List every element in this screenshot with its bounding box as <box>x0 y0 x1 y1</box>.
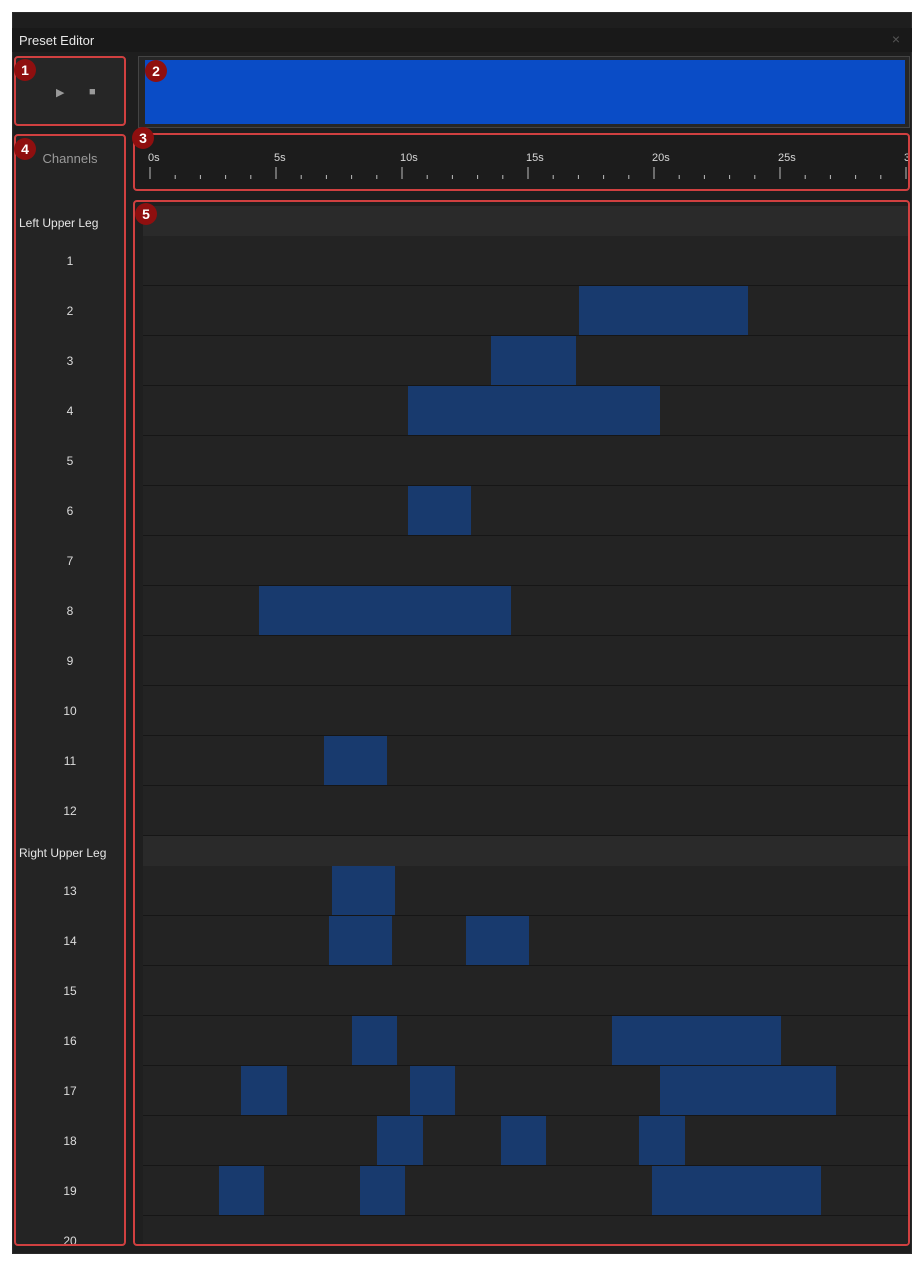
ruler-tick-label: 20s <box>652 152 670 164</box>
clip-block[interactable] <box>359 1166 406 1215</box>
stop-icon[interactable]: ■ <box>89 86 96 98</box>
clip-block[interactable] <box>410 1066 456 1115</box>
preview-bar[interactable] <box>145 60 905 124</box>
group-label: Right Upper Leg <box>19 846 107 860</box>
channel-label[interactable]: 5 <box>16 454 124 468</box>
play-icon[interactable]: ▶ <box>56 86 64 99</box>
annotation-badge-3: 3 <box>132 127 154 149</box>
track-row[interactable] <box>143 866 908 916</box>
clip-block[interactable] <box>465 916 529 965</box>
track-row[interactable] <box>143 286 908 336</box>
ruler-tick-label: 10s <box>400 152 418 164</box>
track-row[interactable] <box>143 486 908 536</box>
clip-block[interactable] <box>329 916 393 965</box>
channel-label[interactable]: 12 <box>16 804 124 818</box>
track-row[interactable] <box>143 336 908 386</box>
track-row[interactable] <box>143 1066 908 1116</box>
time-ruler[interactable]: 0s 5s 10s 15s 20s 25s 30s <box>133 133 910 191</box>
channel-label[interactable]: 11 <box>16 754 124 768</box>
clip-block[interactable] <box>659 1066 836 1115</box>
track-row[interactable] <box>143 436 908 486</box>
ruler-tick-label: 30s <box>904 152 908 164</box>
group-header-row <box>143 836 908 866</box>
clip-block[interactable] <box>324 736 388 785</box>
track-row[interactable] <box>143 386 908 436</box>
channel-label[interactable]: 10 <box>16 704 124 718</box>
track-area <box>143 202 908 1244</box>
track-row[interactable] <box>143 236 908 286</box>
track-row[interactable] <box>143 786 908 836</box>
track-row[interactable] <box>143 586 908 636</box>
track-row[interactable] <box>143 916 908 966</box>
channel-label[interactable]: 17 <box>16 1084 124 1098</box>
clip-block[interactable] <box>377 1116 423 1165</box>
annotation-badge-1: 1 <box>14 59 36 81</box>
clip-block[interactable] <box>331 866 395 915</box>
channel-label[interactable]: 3 <box>16 354 124 368</box>
track-row[interactable] <box>143 686 908 736</box>
clip-block[interactable] <box>652 1166 821 1215</box>
channel-label[interactable]: 16 <box>16 1034 124 1048</box>
channel-label[interactable]: 2 <box>16 304 124 318</box>
channel-label[interactable]: 7 <box>16 554 124 568</box>
channel-label[interactable]: 14 <box>16 934 124 948</box>
channel-label[interactable]: 1 <box>16 254 124 268</box>
group-header-row <box>143 206 908 236</box>
clip-block[interactable] <box>407 486 471 535</box>
channel-label[interactable]: 19 <box>16 1184 124 1198</box>
clip-block[interactable] <box>639 1116 685 1165</box>
preview-panel <box>138 56 910 128</box>
track-row[interactable] <box>143 1116 908 1166</box>
clip-block[interactable] <box>611 1016 781 1065</box>
channel-label[interactable]: 4 <box>16 404 124 418</box>
track-row[interactable] <box>143 966 908 1016</box>
clip-block[interactable] <box>578 286 748 335</box>
channel-label[interactable]: 20 <box>16 1234 124 1244</box>
channel-label[interactable]: 13 <box>16 884 124 898</box>
ruler-tick-label: 25s <box>778 152 796 164</box>
channel-label[interactable]: 15 <box>16 984 124 998</box>
clip-block[interactable] <box>241 1066 287 1115</box>
channels-panel: Channels Left Upper Leg 1 2 3 4 5 6 7 8 9 10 11 12 Ri… <box>14 134 126 1246</box>
channel-label[interactable]: 6 <box>16 504 124 518</box>
annotation-badge-2: 2 <box>145 60 167 82</box>
track-row[interactable] <box>143 636 908 686</box>
timeline-panel <box>133 200 910 1246</box>
clip-block[interactable] <box>218 1166 264 1215</box>
ruler-tick-label: 15s <box>526 152 544 164</box>
window-title: Preset Editor <box>19 33 95 48</box>
channel-label[interactable]: 8 <box>16 604 124 618</box>
group-label: Left Upper Leg <box>19 216 99 230</box>
title-bar: Preset Editor × <box>12 28 912 52</box>
clip-block[interactable] <box>352 1016 398 1065</box>
clip-block[interactable] <box>258 586 511 635</box>
channel-label[interactable]: 9 <box>16 654 124 668</box>
channel-label[interactable]: 18 <box>16 1134 124 1148</box>
annotation-badge-4: 4 <box>14 138 36 160</box>
track-row[interactable] <box>143 1166 908 1216</box>
close-icon[interactable]: × <box>892 31 900 47</box>
track-row[interactable] <box>143 736 908 786</box>
ruler-tick-label: 5s <box>274 152 286 164</box>
clip-block[interactable] <box>490 336 577 385</box>
track-row[interactable] <box>143 536 908 586</box>
ruler-tick-label: 0s <box>148 152 160 164</box>
annotation-badge-5: 5 <box>135 203 157 225</box>
clip-block[interactable] <box>500 1116 547 1165</box>
track-row[interactable] <box>143 1016 908 1066</box>
track-row[interactable] <box>143 1216 908 1244</box>
time-ruler-svg: 0s 5s 10s 15s 20s 25s 30s <box>148 152 908 179</box>
clip-block[interactable] <box>407 386 660 435</box>
